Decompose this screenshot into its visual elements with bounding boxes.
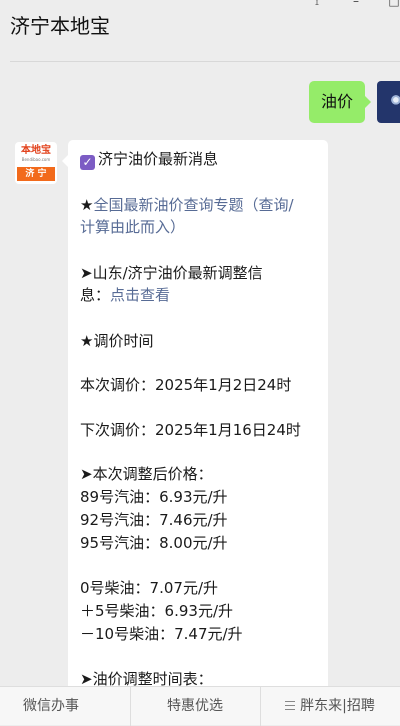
user-avatar[interactable] — [377, 81, 400, 123]
pin-icon[interactable]: ⟟ — [310, 0, 324, 8]
menu-icon — [285, 701, 296, 710]
gasoline-92: 92号汽油：7.46元/升 — [80, 511, 228, 529]
schedule-title: ➤油价调整时间表： — [80, 670, 213, 686]
gasoline-89: 89号汽油：6.93元/升 — [80, 488, 228, 506]
incoming-message: ✓ 济宁油价最新消息 ★全国最新油价查询专题（查询/ 计算由此而入） ➤山东/济宁… — [62, 140, 328, 686]
menu-tab-special-offers[interactable]: 特惠优选 — [130, 687, 260, 726]
adjust-time-title: ★调价时间 — [80, 332, 154, 350]
this-adjust-time: 本次调价：2025年1月2日24时 — [80, 376, 292, 394]
next-adjust-time: 下次调价：2025年1月16日24时 — [80, 421, 301, 439]
prices-title: ➤本次调整后价格： — [80, 465, 213, 483]
avatar-logo-domain: Bendibao.com — [21, 157, 51, 162]
maximize-icon[interactable]: □ — [387, 0, 400, 8]
diesel-plus5: ＋5号柴油：6.93元/升 — [80, 602, 233, 620]
outgoing-message[interactable]: 油价 — [309, 81, 372, 123]
shandong-info-line2: 息：点击查看 — [80, 286, 171, 304]
menu-tab-pangdonglai-jobs[interactable]: 胖东来|招聘 — [260, 687, 400, 726]
bot-avatar[interactable]: 本地宝 Bendibao.com 济 宁 — [15, 142, 57, 184]
price-query-link-line1[interactable]: ★全国最新油价查询专题（查询/ — [80, 194, 294, 216]
shandong-info-line1: ➤山东/济宁油价最新调整信 — [80, 264, 263, 282]
avatar-logo-brand: 本地宝 — [21, 145, 51, 156]
menu-tab-wechat-service[interactable]: 微信办事 — [0, 687, 102, 726]
price-query-link-line2[interactable]: 计算由此而入） — [80, 216, 185, 238]
diesel-0: 0号柴油：7.07元/升 — [80, 579, 218, 597]
checkbox-icon: ✓ — [80, 155, 95, 170]
message-heading: ✓ 济宁油价最新消息 — [80, 148, 218, 170]
minimize-icon[interactable]: – — [349, 0, 363, 8]
gasoline-95: 95号汽油：8.00元/升 — [80, 534, 228, 552]
view-details-link[interactable]: 点击查看 — [110, 286, 170, 304]
avatar-logo-city: 济 宁 — [17, 167, 55, 181]
diesel-minus10: －10号柴油：7.47元/升 — [80, 625, 243, 643]
price-query-link[interactable]: 全国最新油价查询专题（查询/ — [93, 196, 293, 214]
title-bar: 济宁本地宝 ⟟ – □ — [0, 0, 400, 62]
bottom-menu: 微信办事 特惠优选 胖东来|招聘 — [0, 686, 400, 726]
window-title: 济宁本地宝 — [10, 14, 110, 38]
chat-area[interactable]: 油价 本地宝 Bendibao.com 济 宁 ✓ 济宁油价最新消息 ★全国最新油… — [0, 62, 400, 686]
